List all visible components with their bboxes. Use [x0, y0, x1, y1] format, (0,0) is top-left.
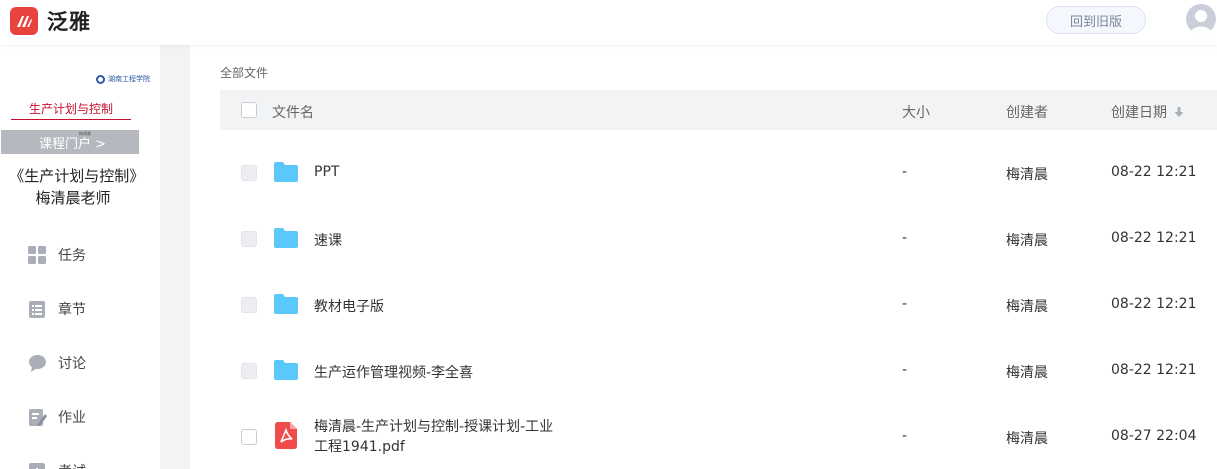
file-created-date: 08-22 12:21 — [1111, 164, 1197, 180]
nav-item-exam[interactable]: 考试 — [28, 459, 86, 469]
header-created-date[interactable]: 创建日期 — [1111, 102, 1185, 122]
cover-title: 生产计划与控制 — [11, 100, 131, 120]
file-name-line-1: 梅清晨-生产计划与控制-授课计划-工业 — [314, 419, 554, 435]
nav-item-chapter-label: 章节 — [58, 302, 86, 318]
user-avatar[interactable] — [1186, 4, 1216, 34]
nav-item-task-label: 任务 — [58, 248, 86, 264]
table-row[interactable]: 生产运作管理视频-李全喜 - 梅清晨 08-22 12:21 — [220, 338, 1217, 404]
logo-mark-icon — [10, 7, 38, 35]
course-portal-link[interactable]: 课程门户 > — [39, 133, 106, 152]
file-creator: 梅清晨 — [1006, 233, 1048, 249]
sidebar: 湖南工程学院 生产计划与控制 梅清晨 课程门户 > 《生产计划与控制》梅清晨老师… — [0, 45, 160, 469]
file-created-date: 08-22 12:21 — [1111, 362, 1197, 378]
nav-item-discussion[interactable]: 讨论 — [28, 351, 86, 375]
user-avatar-icon — [1190, 10, 1212, 34]
nav-item-exam-label: 考试 — [58, 461, 86, 469]
folder-icon — [274, 294, 298, 314]
file-creator: 梅清晨 — [1006, 365, 1048, 381]
table-header: 文件名 大小 创建者 创建日期 — [220, 90, 1217, 130]
sort-arrow-down-icon[interactable] — [1173, 106, 1185, 118]
nav-item-task[interactable]: 任务 — [28, 243, 86, 267]
edit-document-icon — [29, 408, 47, 426]
grid-icon — [28, 245, 46, 264]
pdf-file-icon — [275, 422, 297, 449]
table-row[interactable]: 梅清晨-生产计划与控制-授课计划-工业 工程1941.pdf - 梅清晨 08-… — [220, 404, 1217, 469]
folder-icon — [274, 360, 298, 380]
select-all-checkbox[interactable] — [241, 102, 257, 118]
file-size: - — [902, 362, 908, 378]
cover-school-logo: 湖南工程学院 — [96, 74, 150, 84]
header-file-name[interactable]: 文件名 — [272, 102, 314, 122]
top-bar: 泛雅 回到旧版 — [0, 0, 1217, 45]
nav-item-discussion-label: 讨论 — [58, 356, 86, 372]
brand-name: 泛雅 — [47, 10, 91, 34]
nav-item-homework-label: 作业 — [58, 410, 86, 426]
table-row[interactable]: PPT - 梅清晨 08-22 12:21 — [220, 140, 1217, 206]
table-row[interactable]: 教材电子版 - 梅清晨 08-22 12:21 — [220, 272, 1217, 338]
row-checkbox[interactable] — [241, 297, 257, 313]
list-icon — [29, 300, 45, 318]
nav-item-chapter[interactable]: 章节 — [28, 297, 86, 321]
app-logo[interactable]: 泛雅 — [10, 6, 91, 36]
table-row[interactable]: 速课 - 梅清晨 08-22 12:21 — [220, 206, 1217, 272]
file-creator: 梅清晨 — [1006, 431, 1048, 447]
file-created-date: 08-22 12:21 — [1111, 296, 1197, 312]
file-size: - — [902, 164, 908, 180]
exam-icon — [29, 462, 45, 469]
course-name: 《生产计划与控制》梅清晨老师 — [9, 167, 137, 207]
file-created-date: 08-27 22:04 — [1111, 428, 1197, 444]
school-emblem-icon — [96, 74, 105, 84]
file-size: - — [902, 428, 908, 444]
file-name[interactable]: 速课 — [314, 230, 342, 250]
row-checkbox[interactable] — [241, 429, 257, 445]
file-name[interactable]: PPT — [314, 164, 339, 180]
header-creator[interactable]: 创建者 — [1006, 102, 1048, 122]
course-cover[interactable]: 湖南工程学院 生产计划与控制 梅清晨 课程门户 > — [1, 70, 150, 155]
folder-icon — [274, 162, 298, 182]
file-name-line-2: 工程1941.pdf — [314, 439, 405, 455]
back-to-old-version-button[interactable]: 回到旧版 — [1046, 6, 1146, 34]
row-checkbox[interactable] — [241, 165, 257, 181]
folder-icon — [274, 228, 298, 248]
nav-item-homework[interactable]: 作业 — [28, 405, 86, 429]
cover-school-name: 湖南工程学院 — [108, 75, 150, 83]
row-checkbox[interactable] — [241, 363, 257, 379]
header-size[interactable]: 大小 — [902, 102, 930, 122]
file-size: - — [902, 230, 908, 246]
file-created-date: 08-22 12:21 — [1111, 230, 1197, 246]
breadcrumb[interactable]: 全部文件 — [220, 64, 268, 81]
course-portal-bar[interactable]: 梅清晨 课程门户 > — [1, 130, 139, 154]
row-checkbox[interactable] — [241, 231, 257, 247]
file-size: - — [902, 296, 908, 312]
file-name[interactable]: 生产运作管理视频-李全喜 — [314, 362, 473, 382]
file-creator: 梅清晨 — [1006, 167, 1048, 183]
header-created-date-label: 创建日期 — [1111, 105, 1167, 121]
file-name[interactable]: 梅清晨-生产计划与控制-授课计划-工业 工程1941.pdf — [314, 417, 553, 457]
file-list-panel: 全部文件 文件名 大小 创建者 创建日期 PPT - 梅清晨 08-22 12:… — [190, 45, 1217, 469]
file-name[interactable]: 教材电子版 — [314, 296, 384, 316]
chat-bubble-icon — [29, 354, 46, 372]
file-creator: 梅清晨 — [1006, 299, 1048, 315]
